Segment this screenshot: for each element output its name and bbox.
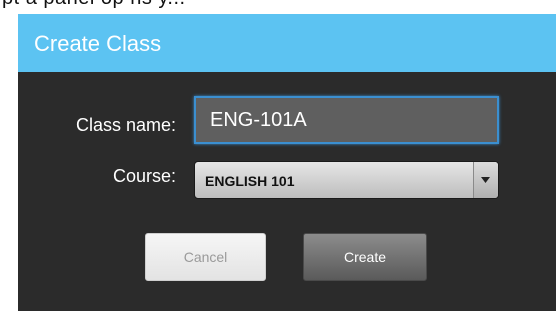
course-dropdown-button[interactable] xyxy=(473,162,498,198)
cancel-button[interactable]: Cancel xyxy=(145,233,266,281)
dialog-header: Create Class xyxy=(18,14,556,72)
class-name-label: Class name: xyxy=(75,115,176,135)
create-class-dialog: Create Class Class name: Course: ENGLISH… xyxy=(18,14,556,311)
create-button[interactable]: Create xyxy=(303,233,427,281)
background-page-text: pt a panel op ns y... xyxy=(2,0,186,10)
dialog-title: Create Class xyxy=(34,31,162,56)
course-select[interactable]: ENGLISH 101 xyxy=(194,161,499,199)
course-selected-value: ENGLISH 101 xyxy=(205,173,295,189)
background-page-strip: pt a panel op ns y... xyxy=(0,0,556,14)
class-name-input[interactable] xyxy=(194,96,499,144)
chevron-down-icon xyxy=(481,177,490,183)
course-label: Course: xyxy=(112,166,176,186)
